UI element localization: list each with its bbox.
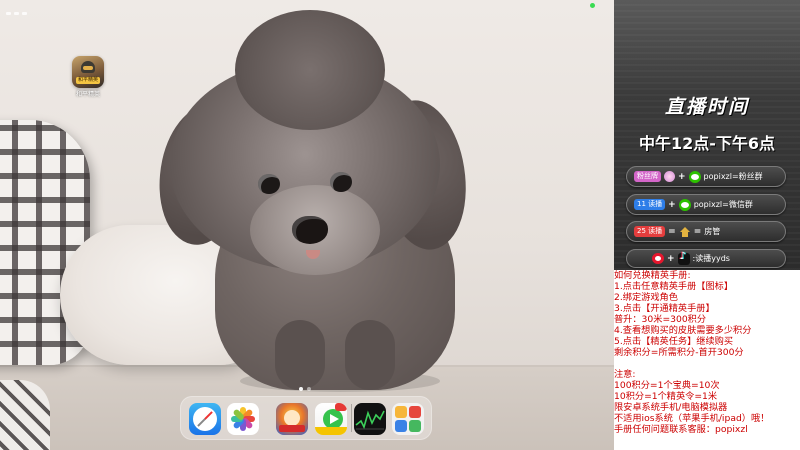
wallpaper-blanket-lower <box>0 380 50 450</box>
house-icon <box>679 226 691 237</box>
plus-sign: + <box>678 171 686 182</box>
level-11-tag: 11 读播 <box>634 199 666 210</box>
dog-leg-right <box>345 320 395 390</box>
info-line: 如何兑换精英手册: <box>614 270 691 281</box>
fan-group-text: popixzl=粉丝群 <box>703 172 763 181</box>
room-admin-text: 房管 <box>704 227 721 236</box>
app-icon-badge-text: 和平精英 <box>76 77 100 84</box>
fan-badge-tag: 粉丝牌 <box>634 171 661 182</box>
info-line: 不适用ios系统（苹果手机/ipad）哦！ <box>614 413 770 424</box>
game-band-shape <box>279 425 305 432</box>
info-line: 3.点击【开通精英手册】 <box>614 303 715 314</box>
dog-nose <box>292 216 328 244</box>
wechat-icon <box>688 170 701 183</box>
stocks-line-icon <box>355 410 385 430</box>
page-dot-2[interactable] <box>307 387 311 391</box>
level-25-tag: 25 读播 <box>634 226 666 237</box>
plus-sign: + <box>667 253 675 264</box>
page-indicator[interactable] <box>299 376 315 395</box>
info-line: 100积分=1个宝典=10次 <box>614 380 720 391</box>
wechat-group-text: popixzl=微信群 <box>693 200 753 209</box>
social-row: + :读播yyds <box>626 249 786 268</box>
equals-sign: = <box>668 226 676 237</box>
notification-badge <box>335 403 347 411</box>
room-admin-row: 25 读播 = = 房管 <box>626 221 786 242</box>
status-bar-left <box>6 0 66 15</box>
tiktok-icon <box>677 251 690 265</box>
info-line: 剩余积分=所需积分-首开300分 <box>614 347 744 358</box>
exchange-instructions-box: 如何兑换精英手册: 1.点击任意精英手册【图标】 2.绑定游戏角色 3.点击【开… <box>614 270 800 450</box>
info-line: 注意: <box>614 369 636 380</box>
app-library-icon[interactable] <box>392 403 424 435</box>
equals-sign-2: = <box>693 226 702 237</box>
dog-topknot <box>235 10 385 130</box>
photos-app-icon[interactable] <box>227 403 259 435</box>
video-app-icon[interactable] <box>315 403 347 435</box>
dock-divider <box>351 404 352 432</box>
video-strip-shape <box>315 427 347 435</box>
info-line: 10积分=1个精英令=1米 <box>614 391 718 402</box>
page-dot-1[interactable] <box>299 387 303 391</box>
live-time-title: 直播时间 <box>664 96 749 118</box>
weibo-icon <box>652 253 664 264</box>
info-line: 限安卓系统手机/电脑模拟器 <box>614 402 728 413</box>
info-line: 手册任何问题联系客服：popixzl <box>614 424 748 435</box>
info-line: 4.查看想购买的皮肤需要多少积分 <box>614 325 752 336</box>
battery-indicator-icon <box>590 3 595 8</box>
game-face-shape <box>284 410 300 426</box>
stocks-app-icon[interactable] <box>354 403 386 435</box>
ipad-home-screen: 和平精英 和平精英 <box>0 0 614 450</box>
social-text: :读播yyds <box>692 254 730 263</box>
visor-shape <box>83 66 93 70</box>
info-line: 5.点击【精英任务】继续购买 <box>614 336 734 347</box>
wechat-group-row: 11 读播 + popixzl=微信群 <box>626 194 786 215</box>
game-app-icon[interactable] <box>276 403 308 435</box>
fan-badge-row: 粉丝牌 + popixzl=粉丝群 <box>626 166 786 187</box>
safari-app-icon[interactable] <box>189 403 221 435</box>
dog-eye-left <box>258 174 280 194</box>
wechat-icon <box>678 198 691 211</box>
play-triangle-shape <box>330 414 339 424</box>
plus-sign: + <box>668 199 676 210</box>
live-time-hours: 中午12点-下午6点 <box>638 134 776 153</box>
medal-icon <box>664 171 675 182</box>
info-line: 1.点击任意精英手册【图标】 <box>614 281 734 292</box>
app-label[interactable]: 和平精英 <box>64 89 112 98</box>
peace-elite-app-icon[interactable]: 和平精英 <box>72 56 104 88</box>
info-line: 2.绑定游戏角色 <box>614 292 678 303</box>
info-line: 普升：30米=300积分 <box>614 314 707 325</box>
dog-eye-right <box>330 172 352 192</box>
